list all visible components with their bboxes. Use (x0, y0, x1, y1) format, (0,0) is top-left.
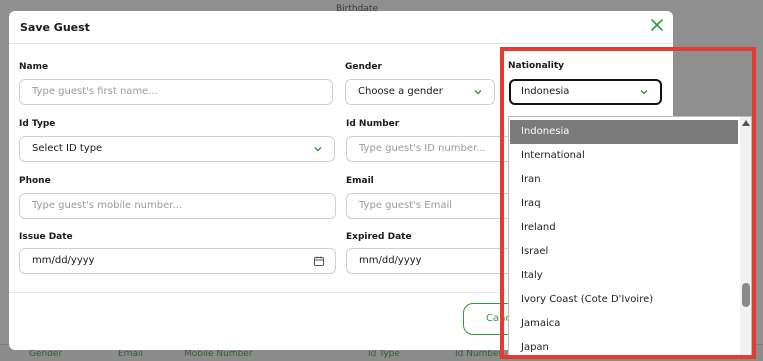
scroll-up-arrow-icon[interactable] (742, 120, 750, 126)
gender-label: Gender (345, 62, 382, 72)
chevron-down-icon (314, 147, 322, 152)
expired-date-input[interactable]: mm/dd/yyyy (346, 248, 516, 274)
bg-col-mobile: Mobile Number (184, 349, 253, 359)
bg-col-idtype: Id Type (368, 349, 400, 359)
gender-select[interactable]: Choose a gender (345, 79, 495, 105)
option-jamaica[interactable]: Jamaica (510, 312, 738, 336)
nationality-value: Indonesia (521, 86, 570, 97)
dropdown-scrollbar[interactable] (740, 117, 751, 357)
expired-date-label: Expired Date (346, 232, 412, 242)
id-number-label: Id Number (346, 119, 400, 129)
issue-date-value: mm/dd/yyyy (32, 255, 95, 266)
bg-col-idnumber: Id Number (455, 349, 503, 359)
calendar-icon[interactable] (313, 255, 325, 267)
email-input[interactable]: Type guest's Email (346, 193, 516, 219)
chevron-down-icon (640, 90, 648, 95)
id-type-select[interactable]: Select ID type (19, 136, 335, 162)
name-label: Name (19, 62, 49, 72)
scrollbar-thumb[interactable] (742, 283, 750, 307)
email-label: Email (346, 176, 374, 186)
option-israel[interactable]: Israel (510, 240, 738, 264)
modal-title: Save Guest (20, 21, 90, 34)
issue-date-label: Issue Date (19, 232, 73, 242)
nationality-label: Nationality (508, 61, 564, 71)
nationality-select[interactable]: Indonesia (509, 79, 662, 105)
option-japan[interactable]: Japan (510, 336, 738, 357)
option-indonesia[interactable]: Indonesia (510, 120, 738, 144)
name-input[interactable]: Type guest's first name... (19, 79, 333, 105)
gender-value: Choose a gender (358, 86, 443, 97)
bg-col-email: Email (118, 349, 143, 359)
issue-date-input[interactable]: mm/dd/yyyy (19, 248, 336, 274)
modal-header: Save Guest (9, 11, 673, 44)
phone-label: Phone (19, 176, 51, 186)
close-icon[interactable] (649, 18, 665, 34)
phone-input[interactable]: Type guest's mobile number... (19, 193, 336, 219)
nationality-dropdown-list[interactable]: Indonesia International Iran Iraq Irelan… (508, 116, 752, 358)
option-iran[interactable]: Iran (510, 168, 738, 192)
option-ireland[interactable]: Ireland (510, 216, 738, 240)
expired-date-value: mm/dd/yyyy (359, 255, 422, 266)
id-type-value: Select ID type (32, 143, 103, 154)
id-type-label: Id Type (19, 119, 56, 129)
id-number-input[interactable]: Type guest's ID number... (346, 136, 516, 162)
bg-col-gender: Gender (29, 349, 63, 359)
option-iraq[interactable]: Iraq (510, 192, 738, 216)
option-italy[interactable]: Italy (510, 264, 738, 288)
option-international[interactable]: International (510, 144, 738, 168)
chevron-down-icon (474, 90, 482, 95)
option-ivory-coast[interactable]: Ivory Coast (Cote D'Ivoire) (510, 288, 738, 312)
